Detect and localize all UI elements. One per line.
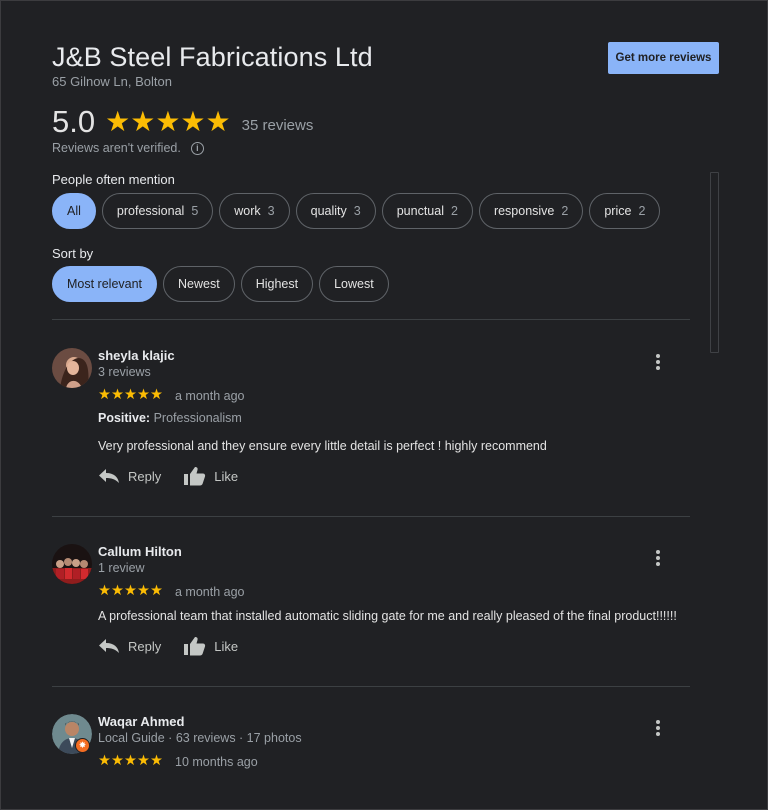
get-more-reviews-button[interactable]: Get more reviews bbox=[608, 42, 719, 74]
review-positive-tag: Positive: Professionalism bbox=[98, 411, 242, 425]
divider bbox=[52, 516, 690, 517]
review-count[interactable]: 35 reviews bbox=[242, 117, 314, 134]
scrollbar[interactable] bbox=[710, 172, 719, 353]
like-button[interactable]: Like bbox=[183, 636, 238, 656]
reply-icon bbox=[99, 469, 119, 483]
review-date: a month ago bbox=[175, 585, 245, 599]
chip-quality[interactable]: quality 3 bbox=[295, 193, 376, 229]
review-stars: ★★★★★ bbox=[98, 753, 163, 769]
chip-work[interactable]: work 3 bbox=[219, 193, 290, 229]
chip-count: 3 bbox=[267, 204, 275, 218]
thumbs-up-icon bbox=[184, 467, 206, 486]
chip-label: All bbox=[67, 204, 81, 218]
sort-newest[interactable]: Newest bbox=[163, 266, 235, 302]
review-item: ✸ Waqar Ahmed Local Guide · 63 reviews ·… bbox=[52, 714, 692, 784]
reviewer-avatar[interactable] bbox=[52, 544, 92, 584]
sort-lowest[interactable]: Lowest bbox=[319, 266, 389, 302]
review-text: A professional team that installed autom… bbox=[98, 609, 677, 623]
reply-button[interactable]: Reply bbox=[98, 468, 161, 484]
chip-count: 2 bbox=[561, 204, 569, 218]
more-options-icon[interactable] bbox=[653, 718, 663, 738]
chip-label: professional bbox=[116, 204, 185, 218]
review-date: 10 months ago bbox=[175, 755, 258, 769]
sort-highest[interactable]: Highest bbox=[240, 266, 314, 302]
chip-count: 2 bbox=[450, 204, 458, 218]
reviewer-name[interactable]: Waqar Ahmed bbox=[98, 714, 184, 729]
divider bbox=[52, 319, 690, 320]
review-actions: Reply Like bbox=[98, 466, 238, 486]
thumbs-up-icon bbox=[184, 637, 206, 656]
mentions-label: People often mention bbox=[52, 172, 175, 187]
reply-label: Reply bbox=[128, 638, 162, 654]
chip-label: quality bbox=[310, 204, 347, 218]
reviewer-meta: 1 review bbox=[98, 561, 145, 575]
like-button[interactable]: Like bbox=[183, 466, 238, 486]
chip-count: 5 bbox=[191, 204, 199, 218]
reviews-panel: J&B Steel Fabrications Ltd 65 Gilnow Ln,… bbox=[0, 0, 768, 810]
more-options-icon[interactable] bbox=[653, 548, 663, 568]
rating-summary: 5.0 ★★★★★ 35 reviews bbox=[52, 104, 313, 140]
sort-most-relevant[interactable]: Most relevant bbox=[52, 266, 158, 302]
rating-stars: ★★★★★ bbox=[105, 106, 231, 137]
reply-button[interactable]: Reply bbox=[98, 638, 161, 654]
verification-notice: Reviews aren't verified. i bbox=[52, 141, 204, 155]
reviewer-avatar[interactable] bbox=[52, 348, 92, 388]
more-options-icon[interactable] bbox=[653, 352, 663, 372]
reply-icon bbox=[99, 639, 119, 653]
reviewer-name[interactable]: sheyla klajic bbox=[98, 348, 175, 363]
business-name: J&B Steel Fabrications Ltd bbox=[52, 42, 373, 72]
reviewer-meta: 3 reviews bbox=[98, 365, 151, 379]
sort-options: Most relevant Newest Highest Lowest bbox=[52, 266, 389, 302]
review-item: Callum Hilton 1 review ★★★★★ a month ago… bbox=[52, 544, 692, 664]
chip-label: price bbox=[604, 204, 632, 218]
reviewer-avatar[interactable]: ✸ bbox=[52, 714, 92, 754]
local-guide-badge-icon: ✸ bbox=[75, 738, 90, 753]
chip-count: 2 bbox=[638, 204, 646, 218]
chip-count: 3 bbox=[353, 204, 361, 218]
chip-all[interactable]: All bbox=[52, 193, 96, 229]
verification-text: Reviews aren't verified. bbox=[52, 141, 181, 155]
chip-label: punctual bbox=[396, 204, 444, 218]
review-actions: Reply Like bbox=[98, 636, 238, 656]
chip-professional[interactable]: professional 5 bbox=[101, 193, 214, 229]
review-stars: ★★★★★ bbox=[98, 387, 163, 403]
review-date: a month ago bbox=[175, 389, 245, 403]
positive-label: Positive: bbox=[98, 411, 151, 425]
chip-punctual[interactable]: punctual 2 bbox=[381, 193, 473, 229]
chip-label: work bbox=[234, 204, 261, 218]
chip-label: responsive bbox=[493, 204, 555, 218]
mention-chips: All professional 5 work 3 quality 3 punctua… bbox=[52, 193, 661, 229]
rating-value: 5.0 bbox=[52, 104, 96, 139]
sort-label: Sort by bbox=[52, 246, 94, 261]
business-address: 65 Gilnow Ln, Bolton bbox=[52, 74, 172, 89]
reply-label: Reply bbox=[128, 468, 162, 484]
review-text: Very professional and they ensure every … bbox=[98, 439, 547, 453]
reviewer-meta: Local Guide · 63 reviews · 17 photos bbox=[98, 731, 302, 745]
review-stars: ★★★★★ bbox=[98, 583, 163, 599]
reviewer-name[interactable]: Callum Hilton bbox=[98, 544, 182, 559]
chip-responsive[interactable]: responsive 2 bbox=[478, 193, 584, 229]
like-label: Like bbox=[214, 638, 239, 654]
like-label: Like bbox=[214, 468, 239, 484]
review-item: sheyla klajic 3 reviews ★★★★★ a month ag… bbox=[52, 348, 692, 498]
info-icon[interactable]: i bbox=[190, 141, 204, 155]
positive-value: Professionalism bbox=[153, 411, 242, 425]
divider bbox=[52, 686, 690, 687]
chip-price[interactable]: price 2 bbox=[589, 193, 661, 229]
